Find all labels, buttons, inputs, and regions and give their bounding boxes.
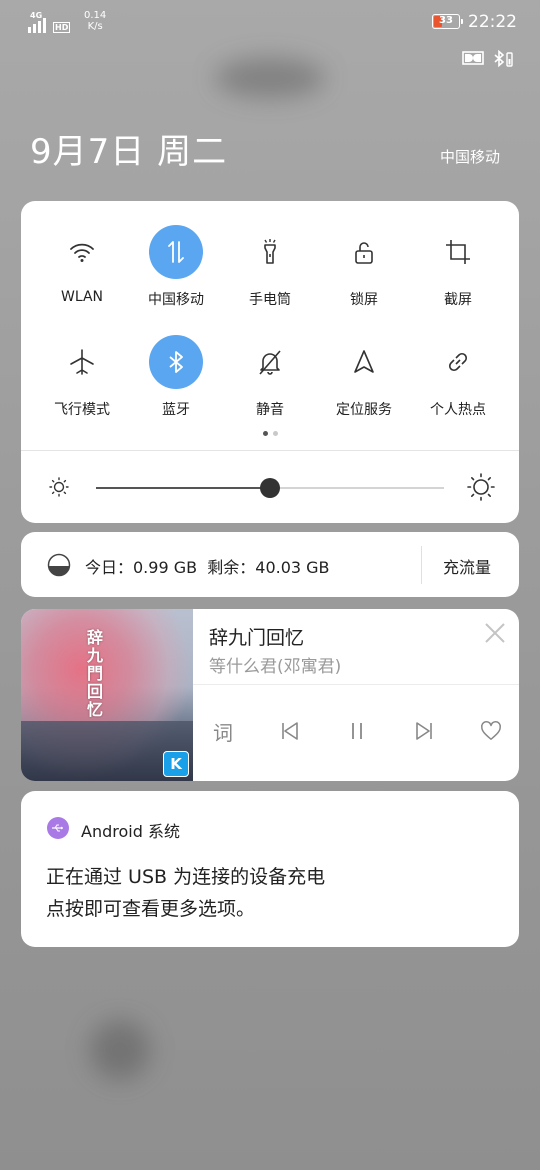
date-text: 9月7日 周二 [30, 132, 228, 172]
quick-tile-label: 手电筒 [249, 292, 291, 308]
data-usage-icon [47, 553, 71, 577]
quick-tile-mobile-data[interactable]: 中国移动 [129, 225, 223, 309]
topup-button[interactable]: 充流量 [443, 554, 491, 578]
mobile-data-icon [168, 241, 184, 263]
quick-settings-grid: WLAN 中国移动 手电筒 锁屏 截屏飞行模式 蓝牙 静音 定位服务 个人热点 [35, 225, 505, 419]
quick-tile-screenshot[interactable]: 截屏 [411, 225, 505, 309]
brightness-low-icon [49, 477, 69, 497]
wallpaper-blur [90, 1020, 150, 1080]
page-dot[interactable] [262, 431, 268, 436]
battery-icon: 33 [432, 14, 463, 29]
quick-tile-button[interactable] [243, 225, 297, 279]
quick-tile-button[interactable] [337, 225, 391, 279]
next-button[interactable] [410, 717, 438, 745]
signal-indicator: 4G HD [28, 11, 71, 33]
playback-controls: 词 [209, 717, 505, 745]
quick-tile-button[interactable] [431, 335, 485, 389]
hd-voice-badge: HD [53, 22, 71, 33]
signal-strength-icon [28, 18, 46, 33]
song-title: 辞九门回忆 [209, 627, 305, 649]
music-player-card[interactable]: 辞九門回忆 K 辞九门回忆 等什么君(邓寓君) 词 [21, 609, 519, 781]
bluetooth-battery-icon [492, 49, 514, 72]
divider [193, 684, 519, 685]
pause-icon [352, 723, 362, 739]
bluetooth-icon [169, 351, 183, 373]
usb-notification[interactable]: Android 系统 正在通过 USB 为连接的设备充电 点按即可查看更多选项。 [21, 791, 519, 947]
quick-tile-label: 截屏 [444, 292, 472, 308]
wifi-icon [70, 243, 94, 262]
quick-tile-label: 定位服务 [336, 402, 392, 418]
song-artist: 等什么君(邓寓君) [209, 657, 342, 677]
kugou-app-icon[interactable]: K [163, 751, 189, 777]
location-icon [354, 350, 374, 373]
close-icon[interactable] [483, 621, 507, 645]
previous-icon [282, 722, 298, 740]
status-time: 22:22 [468, 12, 517, 32]
data-usage-card[interactable]: 今日：0.99 GB 剩余：40.03 GB 充流量 [21, 532, 519, 597]
network-type: 4G [30, 11, 43, 20]
album-art-title: 辞九門回忆 [84, 629, 103, 719]
screenshot-icon [446, 240, 470, 264]
network-speed: 0.14 K/s [84, 10, 106, 32]
page-dot[interactable] [272, 431, 278, 436]
quick-tile-flashlight[interactable]: 手电筒 [223, 225, 317, 309]
quick-tile-label: 中国移动 [148, 292, 204, 308]
quick-tile-button[interactable] [337, 335, 391, 389]
quick-tile-label: WLAN [60, 289, 103, 305]
notification-app-name: Android 系统 [81, 822, 180, 841]
data-usage-text: 今日：0.99 GB 剩余：40.03 GB [85, 558, 330, 577]
quick-tile-label: 蓝牙 [162, 402, 190, 418]
next-icon [416, 722, 432, 740]
quick-tile-button[interactable] [55, 335, 109, 389]
flashlight-icon [264, 239, 276, 264]
hotspot-icon [448, 352, 468, 372]
usb-icon [47, 817, 69, 839]
quick-tile-label: 锁屏 [350, 292, 378, 308]
header-icons [462, 49, 514, 72]
quick-tile-location[interactable]: 定位服务 [317, 335, 411, 419]
previous-button[interactable] [276, 717, 304, 745]
page-indicator [21, 431, 519, 436]
quick-tile-button[interactable] [149, 335, 203, 389]
airplane-icon [70, 349, 94, 375]
quick-tile-lock[interactable]: 锁屏 [317, 225, 411, 309]
brightness-slider-thumb[interactable] [260, 478, 280, 498]
album-art[interactable]: 辞九門回忆 K [21, 609, 193, 781]
speed-value: 0.14 [84, 10, 107, 21]
status-bar: 4G HD 0.14 K/s 33 22:22 [0, 0, 540, 44]
quick-tile-label: 个人热点 [430, 402, 486, 418]
quick-tile-label: 静音 [256, 402, 284, 418]
notification-text-line1: 正在通过 USB 为连接的设备充电 [46, 866, 326, 888]
quick-tile-button[interactable] [431, 225, 485, 279]
speed-unit: K/s [87, 21, 103, 32]
quick-tile-airplane[interactable]: 飞行模式 [35, 335, 129, 419]
quick-tile-wifi[interactable]: WLAN [35, 225, 129, 309]
favorite-button[interactable] [477, 717, 505, 745]
battery-level: 33 [439, 15, 453, 26]
quick-tile-bluetooth[interactable]: 蓝牙 [129, 335, 223, 419]
quick-tile-button[interactable] [55, 225, 109, 279]
mute-icon [259, 350, 281, 375]
carrier-label: 中国移动 [439, 148, 500, 166]
brightness-slider[interactable] [96, 478, 444, 498]
brightness-high-icon [467, 473, 495, 501]
lock-icon [355, 242, 373, 264]
dolby-icon [462, 50, 484, 72]
quick-tile-label: 飞行模式 [54, 402, 110, 418]
quick-settings-panel: WLAN 中国移动 手电筒 锁屏 截屏飞行模式 蓝牙 静音 定位服务 个人热点 [21, 201, 519, 523]
quick-tile-hotspot[interactable]: 个人热点 [411, 335, 505, 419]
quick-tile-button[interactable] [149, 225, 203, 279]
quick-tile-mute[interactable]: 静音 [223, 335, 317, 419]
pause-button[interactable] [343, 717, 371, 745]
quick-tile-button[interactable] [243, 335, 297, 389]
brightness-slider-fill [96, 487, 270, 489]
lyrics-button[interactable]: 词 [209, 717, 237, 745]
brightness-row [21, 451, 519, 523]
heart-icon [481, 721, 501, 740]
wallpaper-blur [215, 58, 325, 98]
notification-text-line2: 点按即可查看更多选项。 [46, 898, 256, 920]
divider [421, 546, 422, 584]
